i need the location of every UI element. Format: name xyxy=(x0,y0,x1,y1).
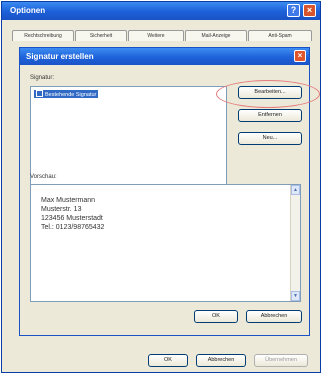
help-button[interactable]: ? xyxy=(287,4,300,17)
signature-list[interactable]: Bestehende Signatur xyxy=(30,86,227,193)
options-title-bar: Optionen ? × xyxy=(2,2,320,20)
signature-title-bar: Signatur erstellen × xyxy=(20,48,309,65)
signature-label: Signatur: xyxy=(30,75,55,81)
scroll-down-icon[interactable]: ▼ xyxy=(291,291,300,301)
close-button[interactable]: × xyxy=(303,4,316,17)
remove-button[interactable]: Entfernen xyxy=(238,109,302,122)
options-ok-button[interactable]: OK xyxy=(148,354,188,367)
list-item[interactable]: Bestehende Signatur xyxy=(34,90,99,98)
new-button[interactable]: Neu... xyxy=(238,132,302,145)
preview-line: 123456 Musterstadt xyxy=(41,215,103,222)
scroll-up-icon[interactable]: ▲ xyxy=(291,185,300,195)
tab-weitere[interactable]: Weitere xyxy=(128,30,184,41)
signature-preview: Max Mustermann Musterstr. 13 123456 Must… xyxy=(30,184,301,302)
options-cancel-button[interactable]: Abbrechen xyxy=(196,354,246,367)
signature-dialog-title: Signatur erstellen xyxy=(26,52,94,61)
tab-anti-spam[interactable]: Anti-Spam xyxy=(248,30,312,41)
options-apply-button[interactable]: Übernehmen xyxy=(254,354,308,367)
highlight-circle xyxy=(216,80,320,108)
signature-close-button[interactable]: × xyxy=(294,50,306,62)
preview-line: Max Mustermann xyxy=(41,197,96,204)
dialog-ok-button[interactable]: OK xyxy=(194,310,238,323)
dialog-cancel-button[interactable]: Abbrechen xyxy=(246,310,302,323)
signature-icon xyxy=(36,90,43,97)
signature-item-label: Bestehende Signatur xyxy=(45,92,97,98)
preview-scrollbar[interactable]: ▲ ▼ xyxy=(290,185,300,301)
preview-label: Vorschau: xyxy=(30,174,57,180)
options-title: Optionen xyxy=(10,6,46,15)
preview-line: Tel.: 0123/98765432 xyxy=(41,224,105,231)
options-tab-strip: Rechtschreibung Sicherheit Weitere Mail-… xyxy=(12,30,312,42)
tab-mail-anzeige[interactable]: Mail-Anzeige xyxy=(185,30,247,41)
tab-sicherheit[interactable]: Sicherheit xyxy=(75,30,127,41)
preview-line: Musterstr. 13 xyxy=(41,206,82,213)
tab-rechtschreibung[interactable]: Rechtschreibung xyxy=(12,30,74,41)
